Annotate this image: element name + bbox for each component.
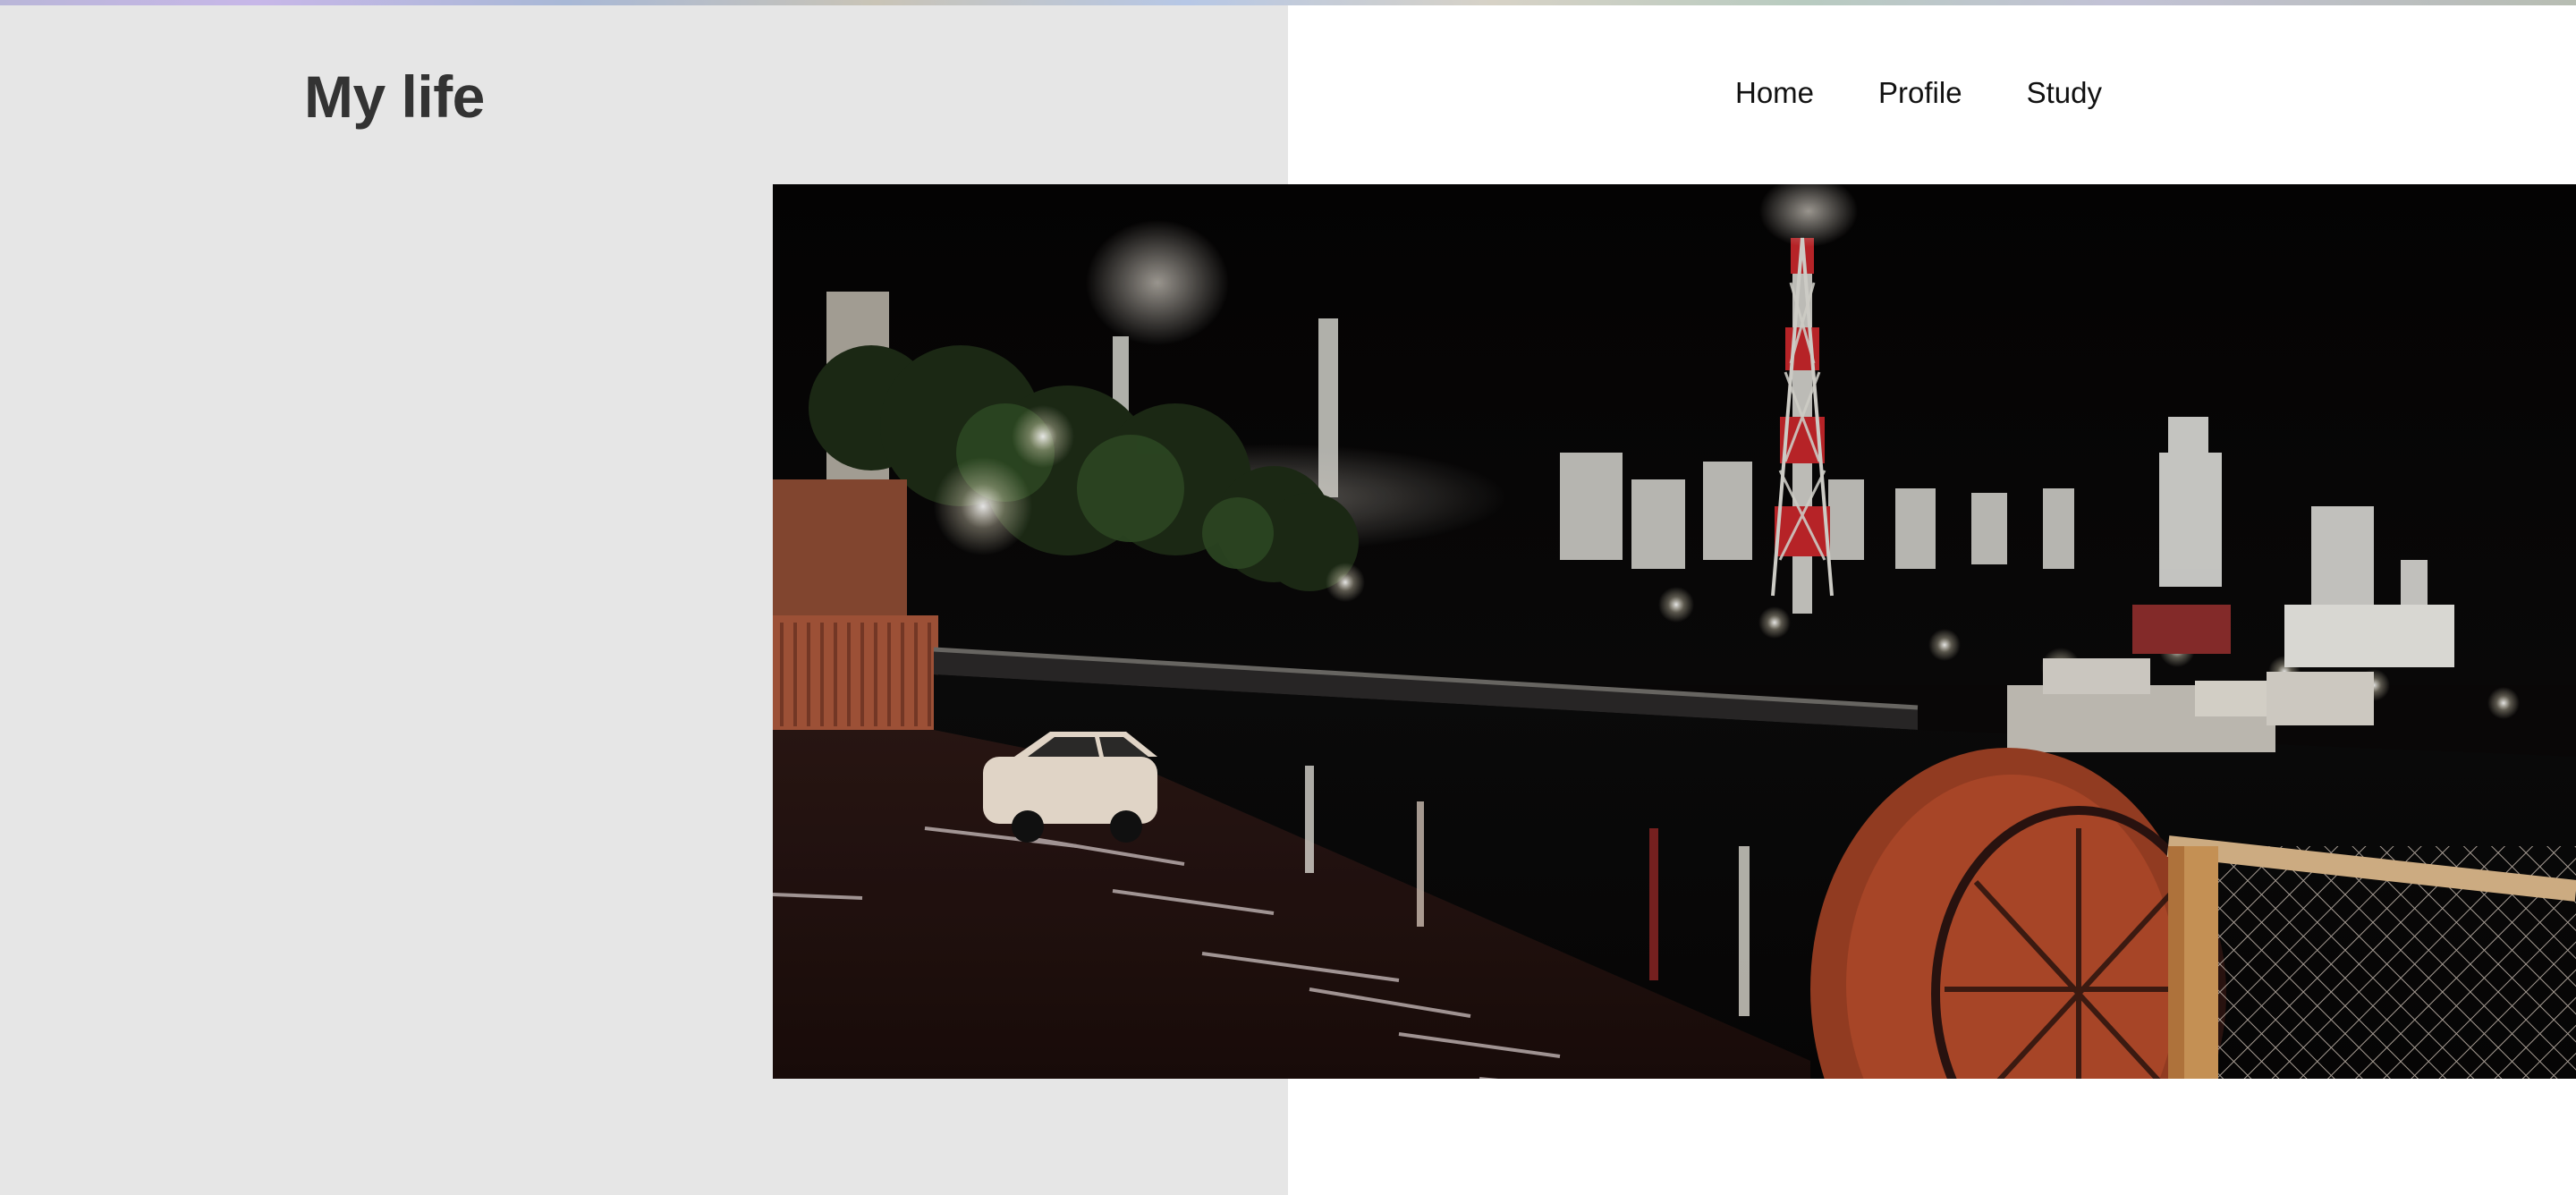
nav-home-link[interactable]: Home [1735, 70, 1814, 116]
hero-image [773, 184, 2576, 1079]
page: My life Home Profile Study [0, 0, 2576, 1195]
nav-study-link[interactable]: Study [2027, 70, 2102, 116]
nav-profile-link[interactable]: Profile [1878, 70, 1962, 116]
site-title: My life [304, 64, 485, 130]
hero-photo-illustration [773, 184, 2576, 1079]
main-nav: Home Profile Study [1735, 70, 2102, 116]
